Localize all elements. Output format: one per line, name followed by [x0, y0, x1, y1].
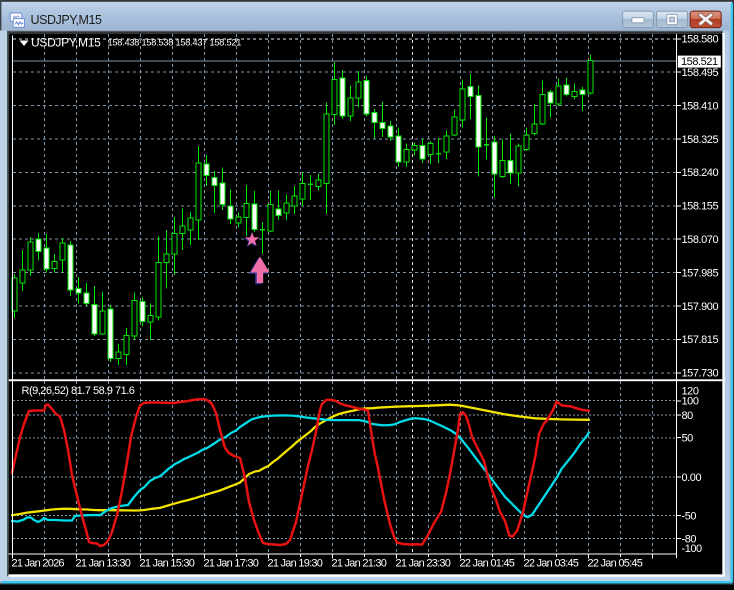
svg-text:21 Jan 19:30: 21 Jan 19:30	[268, 558, 323, 570]
svg-text:21 Jan 15:30: 21 Jan 15:30	[140, 558, 195, 570]
svg-text:158.070: 158.070	[682, 234, 719, 246]
svg-text:0.00: 0.00	[682, 472, 702, 484]
svg-text:21 Jan 13:30: 21 Jan 13:30	[76, 558, 131, 570]
svg-text:157.985: 157.985	[682, 267, 719, 279]
svg-text:158.521: 158.521	[681, 56, 718, 68]
svg-text:157.730: 157.730	[682, 368, 719, 380]
svg-text:80: 80	[682, 410, 694, 422]
svg-text:21 Jan 21:30: 21 Jan 21:30	[332, 558, 387, 570]
svg-text:22 Jan 01:45: 22 Jan 01:45	[460, 558, 515, 570]
svg-text:158.580: 158.580	[682, 34, 719, 46]
svg-text:-100: -100	[682, 543, 703, 555]
svg-text:158.240: 158.240	[682, 167, 719, 179]
svg-text:21 Jan 17:30: 21 Jan 17:30	[204, 558, 259, 570]
svg-text:157.815: 157.815	[682, 334, 719, 346]
svg-text:22 Jan 03:45: 22 Jan 03:45	[524, 558, 579, 570]
svg-text:USDJPY,M15: USDJPY,M15	[31, 35, 101, 49]
svg-text:100: 100	[682, 396, 699, 408]
svg-text:-50: -50	[682, 510, 697, 522]
svg-text:22 Jan 05:45: 22 Jan 05:45	[588, 558, 643, 570]
svg-text:21 Jan 23:30: 21 Jan 23:30	[396, 558, 451, 570]
svg-text:R(9,26,52) 81.7 58.9 71.6: R(9,26,52) 81.7 58.9 71.6	[22, 385, 135, 397]
svg-text:158.410: 158.410	[682, 100, 719, 112]
svg-text:21 Jan 2026: 21 Jan 2026	[12, 558, 65, 570]
svg-text:50: 50	[682, 432, 694, 444]
svg-text:USDJPY,M15: USDJPY,M15	[31, 13, 102, 27]
svg-text:158.325: 158.325	[682, 134, 719, 146]
svg-text:157.900: 157.900	[682, 301, 719, 313]
svg-text:158.155: 158.155	[682, 201, 719, 213]
svg-text:158.438 158.538 158.437 158.52: 158.438 158.538 158.437 158.521	[108, 38, 242, 48]
svg-text:158.495: 158.495	[682, 67, 719, 79]
